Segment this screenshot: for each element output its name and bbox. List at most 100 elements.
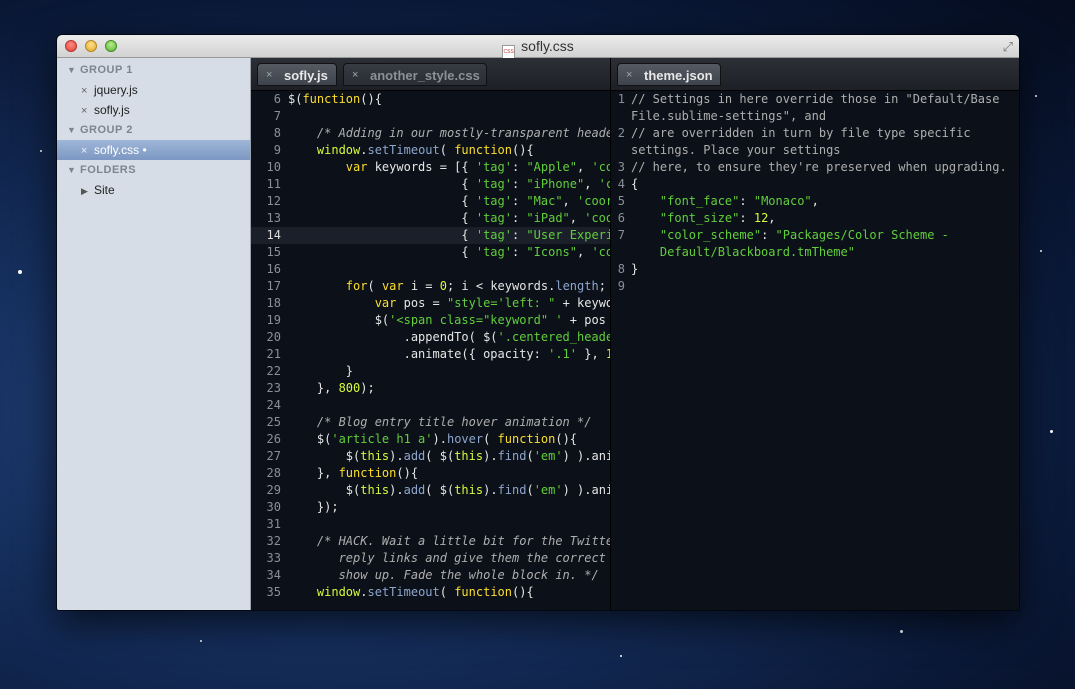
- right-tab-bar: × theme.json: [611, 58, 1019, 91]
- code-line: 3// here, to ensure they're preserved wh…: [611, 159, 1019, 176]
- line-number: 19: [266, 313, 281, 327]
- code-line-current: 14 { 'tag': "User Experi: [251, 227, 610, 244]
- line-number: 7: [273, 109, 281, 123]
- disclosure-down-icon: ▼: [67, 165, 77, 175]
- star: [1050, 430, 1053, 433]
- code-line-wrapped: Default/Blackboard.tmTheme": [659, 245, 855, 259]
- close-tab-icon[interactable]: ×: [352, 64, 358, 87]
- code-line: 23 }, 800);: [251, 380, 610, 397]
- sidebar-file-label: sofly.css •: [94, 143, 147, 157]
- line-number: 26: [266, 432, 281, 446]
- code-line: 13 { 'tag': "iPad", 'coo: [251, 210, 610, 227]
- line-number: 9: [617, 279, 625, 293]
- line-number: 23: [266, 381, 281, 395]
- close-tab-icon[interactable]: ×: [626, 64, 632, 87]
- star: [18, 270, 22, 274]
- tab-theme-json[interactable]: × theme.json: [617, 63, 721, 86]
- line-number: 5: [617, 194, 625, 208]
- code-line: 6 "font_size": 12,: [611, 210, 1019, 227]
- sidebar-file-sofly-css[interactable]: × sofly.css •: [57, 140, 250, 160]
- line-number: 34: [266, 568, 281, 582]
- line-number: 1: [617, 92, 625, 106]
- tab-another-style-css[interactable]: × another_style.css: [343, 63, 487, 86]
- line-number: 31: [266, 517, 281, 531]
- tab-label: another_style.css: [370, 68, 480, 83]
- code-line: 28 }, function(){: [251, 465, 610, 482]
- tab-label: theme.json: [644, 68, 713, 83]
- code-line: 32 /* HACK. Wait a little bit for the Tw…: [251, 533, 610, 550]
- line-number: 24: [266, 398, 281, 412]
- close-file-icon[interactable]: ×: [81, 141, 94, 161]
- right-code-area[interactable]: 1// Settings in here override those in "…: [611, 91, 1019, 610]
- code-line: 11 { 'tag': "iPhone", 'c: [251, 176, 610, 193]
- sidebar-group-label: GROUP 2: [80, 124, 133, 136]
- line-number: 27: [266, 449, 281, 463]
- line-number: 11: [266, 177, 281, 191]
- window-title-text: sofly.css: [521, 38, 574, 54]
- line-number: 21: [266, 347, 281, 361]
- line-number: 6: [617, 211, 625, 225]
- tab-sofly-js[interactable]: × sofly.js: [257, 63, 337, 86]
- code-line: 31: [251, 516, 610, 533]
- code-line: 10 var keywords = [{ 'tag': "Apple", 'co: [251, 159, 610, 176]
- close-file-icon[interactable]: ×: [81, 101, 94, 121]
- sidebar-folders-header[interactable]: ▼ FOLDERS: [57, 160, 250, 180]
- code-line: 25 /* Blog entry title hover animation *…: [251, 414, 610, 431]
- editor-window: CSS sofly.css ⤢ ▼ GROUP 1 × jquery.js × sofl…: [57, 35, 1019, 610]
- line-number: 8: [273, 126, 281, 140]
- line-number: 30: [266, 500, 281, 514]
- line-number: 16: [266, 262, 281, 276]
- line-number: 22: [266, 364, 281, 378]
- line-number: 29: [266, 483, 281, 497]
- star: [200, 640, 202, 642]
- sidebar-group-2[interactable]: ▼ GROUP 2: [57, 120, 250, 140]
- left-code-area[interactable]: 6 $(function(){ 7 8 /* Adding in our most…: [251, 91, 610, 610]
- code-line: 8 /* Adding in our mostly-transparent he…: [251, 125, 610, 142]
- line-number: 15: [266, 245, 281, 259]
- close-file-icon[interactable]: ×: [81, 81, 94, 101]
- line-number: 9: [273, 143, 281, 157]
- sidebar-file-sofly-js[interactable]: × sofly.js: [57, 100, 250, 120]
- line-number: 4: [617, 177, 625, 191]
- fullscreen-icon[interactable]: ⤢: [1003, 39, 1013, 55]
- code-line: 35 window.setTimeout( function(){: [251, 584, 610, 601]
- code-line: 2// are overridden in turn by file type …: [611, 125, 1019, 142]
- code-line: 12 { 'tag': "Mac", 'coor: [251, 193, 610, 210]
- line-number: 33: [266, 551, 281, 565]
- star: [1040, 250, 1042, 252]
- close-tab-icon[interactable]: ×: [266, 64, 272, 87]
- code-line: 15 { 'tag': "Icons", 'co: [251, 244, 610, 261]
- code-line: 27 $(this).add( $(this).find('em') ).ani: [251, 448, 610, 465]
- sidebar-group-label: GROUP 1: [80, 64, 133, 76]
- code-line: 7 "color_scheme": "Packages/Color Scheme…: [611, 227, 1019, 244]
- star: [900, 630, 903, 633]
- star: [1035, 95, 1037, 97]
- line-number: 3: [617, 160, 625, 174]
- line-number: 25: [266, 415, 281, 429]
- left-editor-pane: × sofly.js × another_style.css 6 $(function…: [251, 58, 610, 610]
- disclosure-down-icon: ▼: [67, 65, 77, 75]
- sidebar-folder-site[interactable]: ▶ Site: [57, 180, 250, 200]
- sidebar-file-label: sofly.js: [94, 103, 130, 117]
- code-line: 21 .animate({ opacity: '.1' }, 1: [251, 346, 610, 363]
- code-line: 18 var pos = "style='left: " + keywo: [251, 295, 610, 312]
- code-line: 24: [251, 397, 610, 414]
- star: [620, 655, 622, 657]
- line-number: 32: [266, 534, 281, 548]
- code-line: 9 window.setTimeout( function(){: [251, 142, 610, 159]
- disclosure-down-icon: ▼: [67, 125, 77, 135]
- sidebar-group-1[interactable]: ▼ GROUP 1: [57, 60, 250, 80]
- code-line-wrapped: File.sublime-settings", and: [631, 109, 827, 123]
- sidebar-file-jquery-js[interactable]: × jquery.js: [57, 80, 250, 100]
- title-bar[interactable]: CSS sofly.css ⤢: [57, 35, 1019, 60]
- code-line: 30 });: [251, 499, 610, 516]
- star: [40, 150, 42, 152]
- line-number: 14: [266, 228, 281, 242]
- right-editor-pane: × theme.json 1// Settings in here overrid…: [611, 58, 1019, 610]
- code-line: 34 show up. Fade the whole block in. */: [251, 567, 610, 584]
- code-line: 4{: [611, 176, 1019, 193]
- line-number: 17: [266, 279, 281, 293]
- line-number: 12: [266, 194, 281, 208]
- line-number: 20: [266, 330, 281, 344]
- code-line: 8}: [611, 261, 1019, 278]
